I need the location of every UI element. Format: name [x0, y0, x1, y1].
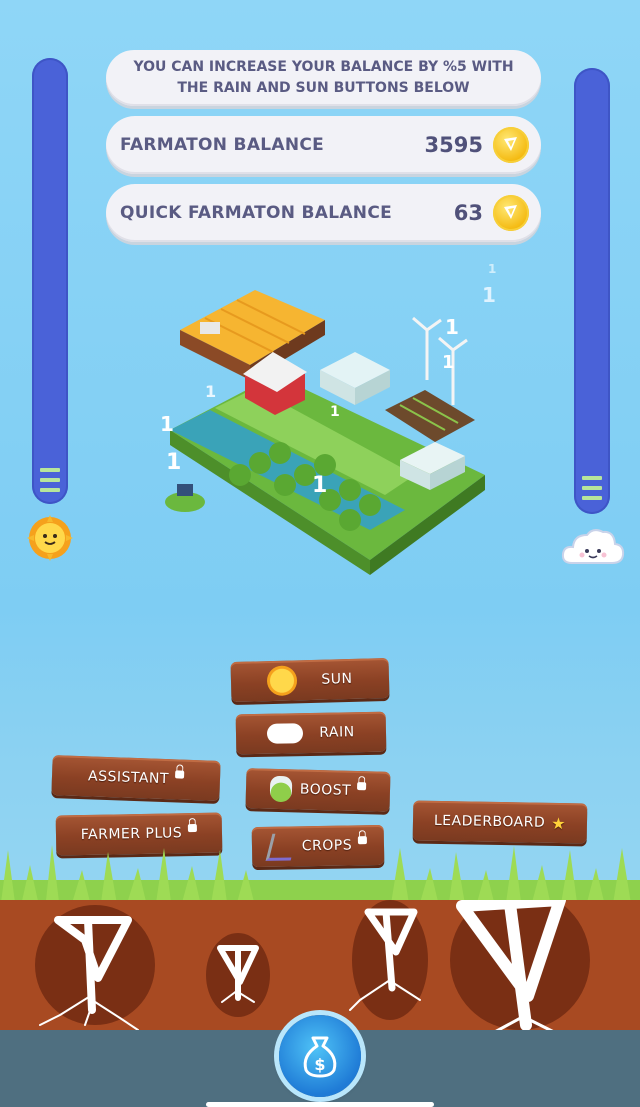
assistant-button-label: ASSISTANT [87, 768, 170, 788]
balance-value: 3595 [424, 133, 483, 157]
cloud-icon [267, 723, 304, 744]
star-icon: ★ [551, 813, 567, 833]
sun-button[interactable]: SUN [230, 657, 390, 703]
sun-gauge [32, 58, 68, 504]
quick-balance-label: QUICK FARMATON BALANCE [120, 203, 393, 223]
floating-number: 1 [445, 315, 459, 339]
floating-number: 1 [442, 352, 455, 373]
quick-balance-value: 63 [453, 201, 483, 225]
info-banner: YOU CAN INCREASE YOUR BALANCE BY %5 WITH… [106, 50, 541, 106]
coin-icon [493, 195, 529, 231]
farmaton-balance-card: FARMATON BALANCE 3595 [106, 116, 541, 174]
rain-button[interactable]: RAIN [235, 711, 387, 755]
coin-icon [493, 127, 529, 163]
floating-number: 1 [160, 412, 174, 436]
assistant-button[interactable]: ASSISTANT [51, 755, 221, 801]
potion-icon [269, 775, 293, 803]
floating-number: 1 [482, 283, 496, 307]
cloud-icon [561, 529, 625, 564]
boost-button[interactable]: BOOST [245, 768, 391, 812]
rain-gauge [574, 68, 610, 514]
sun-icon [267, 665, 298, 697]
floating-number: 1 [205, 382, 217, 401]
money-button[interactable]: $ [279, 1015, 361, 1097]
lock-icon [357, 782, 367, 791]
sun-button-label: SUN [321, 670, 353, 688]
leaderboard-button[interactable]: LEADERBOARD ★ [412, 800, 588, 844]
lock-icon [174, 770, 185, 779]
quick-balance-card: QUICK FARMATON BALANCE 63 [106, 184, 541, 242]
floating-number: 1 [488, 262, 497, 276]
lock-icon [188, 823, 198, 833]
floating-number: 1 [312, 473, 328, 498]
boost-button-label: BOOST [299, 781, 352, 799]
farm-island [165, 290, 485, 575]
leaderboard-button-label: LEADERBOARD [433, 812, 546, 831]
floating-number: 1 [166, 450, 182, 475]
home-indicator [206, 1102, 434, 1107]
money-bag-icon: $ [303, 1036, 337, 1078]
svg-text:$: $ [314, 1055, 325, 1074]
floating-number: 1 [330, 404, 340, 420]
sun-icon [27, 515, 73, 561]
balance-label: FARMATON BALANCE [120, 135, 325, 155]
rain-button-label: RAIN [319, 724, 355, 741]
info-text: YOU CAN INCREASE YOUR BALANCE BY %5 WITH… [133, 59, 514, 96]
